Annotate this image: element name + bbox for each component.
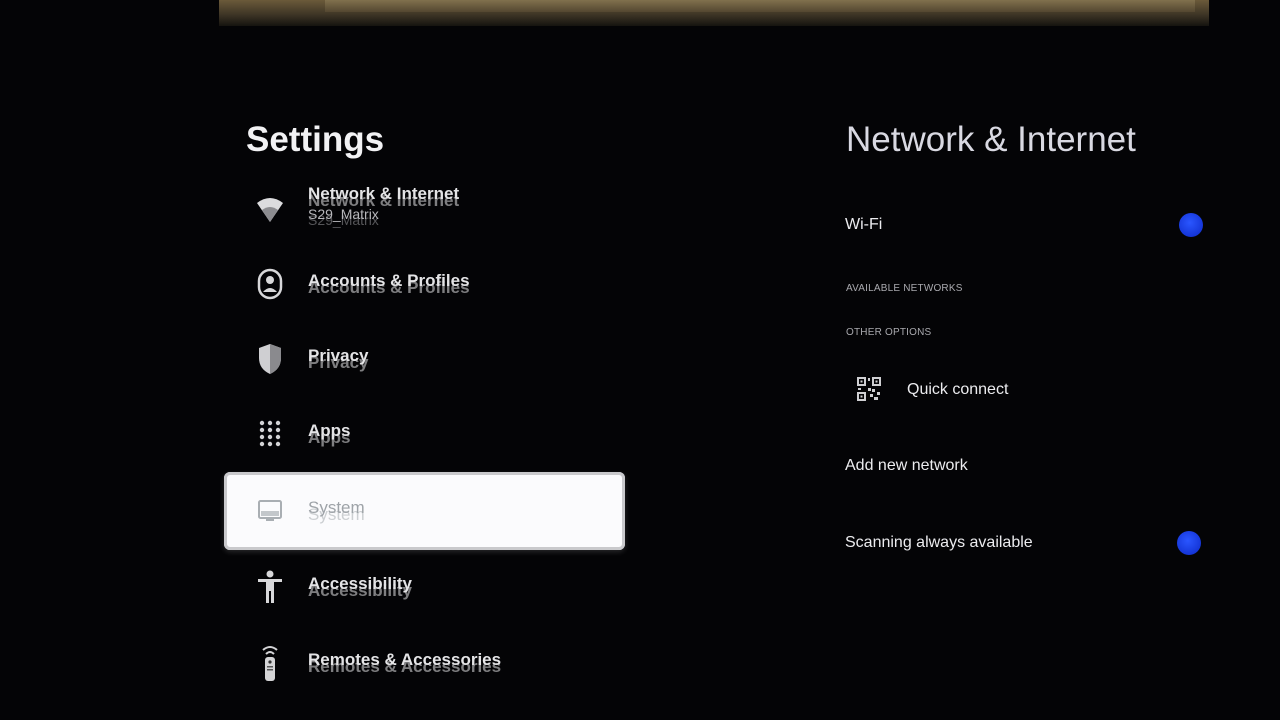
remote-icon <box>254 646 286 681</box>
add-new-network-button[interactable]: Add new network <box>845 457 968 475</box>
menu-item-label: Network & Internet <box>308 184 460 203</box>
menu-item-label: Remotes & Accessories <box>308 650 502 669</box>
available-networks-header: AVAILABLE NETWORKS <box>846 283 963 294</box>
monitor-icon <box>254 494 286 528</box>
wifi-row[interactable]: Wi-Fi <box>845 216 882 234</box>
wifi-toggle[interactable] <box>1179 213 1203 237</box>
scanning-toggle[interactable] <box>1177 531 1201 555</box>
wifi-label: Wi-Fi <box>845 216 883 233</box>
video-frame-bar <box>325 0 1195 12</box>
panel-title: Network & Internet <box>846 120 1136 159</box>
qr-code-icon <box>857 377 881 401</box>
shield-icon <box>254 342 286 376</box>
menu-item-label: Accounts & Profiles <box>308 271 470 290</box>
menu-item-label: Accessibility <box>308 574 412 593</box>
page-title: Settings <box>246 120 385 159</box>
menu-item-privacy[interactable]: Privacy <box>224 320 625 398</box>
scanning-label: Scanning always available <box>845 534 1033 551</box>
menu-item-accounts[interactable]: Accounts & Profiles <box>224 245 625 323</box>
menu-item-system[interactable]: System <box>224 472 625 550</box>
apps-grid-icon <box>254 417 286 451</box>
scanning-always-available-row[interactable]: Scanning always available <box>845 534 1033 552</box>
menu-item-sublabel: S29_Matrix <box>308 206 379 222</box>
quick-connect-button[interactable]: Quick connect <box>907 381 1008 399</box>
menu-item-label: Privacy <box>308 346 369 365</box>
other-options-header: OTHER OPTIONS <box>846 327 932 338</box>
accessibility-icon <box>254 570 286 604</box>
tv-settings-screen: Settings Network & Internet S29_Matrix A… <box>0 0 1280 720</box>
wifi-icon <box>254 192 286 226</box>
video-frame-edge <box>219 0 1209 26</box>
menu-item-label: Apps <box>308 421 351 440</box>
account-icon <box>254 267 286 301</box>
menu-item-label: System <box>308 498 365 517</box>
menu-item-apps[interactable]: Apps <box>224 395 625 473</box>
menu-item-network[interactable]: Network & Internet S29_Matrix <box>224 170 625 248</box>
menu-item-remotes[interactable]: Remotes & Accessories <box>224 624 625 702</box>
menu-item-accessibility[interactable]: Accessibility <box>224 548 625 626</box>
